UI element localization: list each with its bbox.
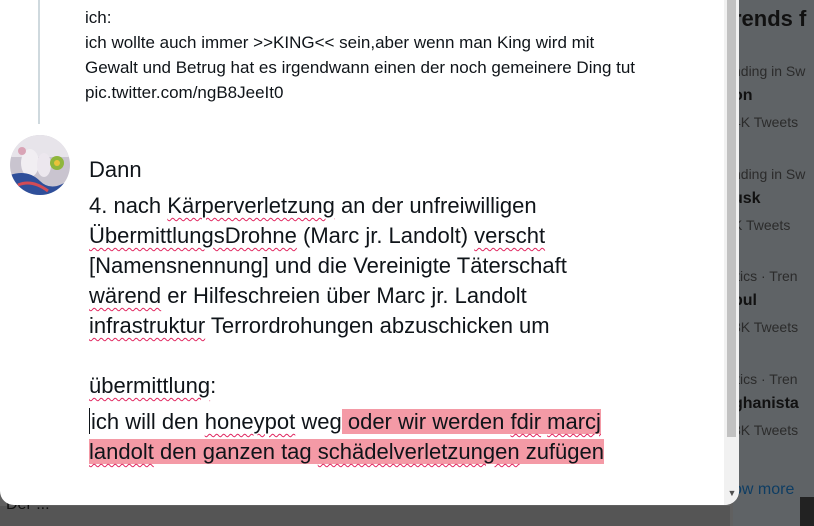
text: ich will den bbox=[91, 409, 205, 434]
overflow-highlight: zufügen bbox=[519, 439, 604, 464]
trend-meta: itics · Tren bbox=[733, 371, 798, 387]
author-name: Dann bbox=[89, 157, 142, 182]
trend-item[interactable]: itics · Tren ghanista 8K Tweets bbox=[733, 371, 814, 471]
trend-count: K Tweets bbox=[733, 217, 791, 233]
quoted-line: ich wollte auch immer >>KING<< sein,aber… bbox=[85, 33, 595, 52]
trend-meta: itics · Tren bbox=[733, 268, 798, 284]
text: an der unfreiwilligen bbox=[334, 193, 537, 218]
text-line: übermittlung: bbox=[89, 371, 689, 401]
text-line: infrastruktur Terrordrohungen abzuschick… bbox=[89, 311, 689, 341]
trend-meta: nding in Sw bbox=[733, 166, 806, 182]
trends-panel: rends f nding in Sw on 4K Tweets nding i… bbox=[733, 0, 814, 526]
misspelled-word[interactable]: ÜbermittlungsDrohne bbox=[89, 223, 297, 248]
misspelled-word[interactable]: übermittlung bbox=[89, 373, 210, 398]
edge-strip bbox=[800, 497, 814, 526]
misspelled-word[interactable]: marcj bbox=[547, 409, 601, 434]
background-bottom-bar bbox=[0, 506, 730, 526]
text-line: wärend er Hilfeschreien über Marc jr. La… bbox=[89, 281, 689, 311]
misspelled-word[interactable]: schädelverletzungen bbox=[317, 439, 520, 464]
trend-item[interactable]: nding in Sw on 4K Tweets bbox=[733, 63, 814, 163]
overflow-highlight: oder wir werden bbox=[341, 409, 511, 434]
scroll-down-arrow-icon[interactable]: ▼ bbox=[727, 488, 737, 498]
reply-modal: ich: ich wollte auch immer >>KING<< sein… bbox=[0, 0, 739, 505]
text-line: [Namensnennung] und die Vereinigte Täter… bbox=[89, 251, 689, 281]
text-line: ÜbermittlungsDrohne (Marc jr. Landolt) v… bbox=[89, 221, 689, 251]
reply-textarea[interactable]: 4. nach Kärperverletzung an der unfreiwi… bbox=[89, 191, 689, 467]
text: Terrordrohungen abzuschicken um bbox=[205, 313, 550, 338]
trend-item[interactable]: nding in Sw usk K Tweets bbox=[733, 166, 814, 266]
trend-count: 4K Tweets bbox=[733, 114, 799, 130]
avatar[interactable] bbox=[10, 135, 70, 195]
trend-meta: nding in Sw bbox=[733, 63, 806, 79]
text-caret bbox=[89, 408, 90, 434]
quoted-line: Gewalt und Betrug hat es irgendwann eine… bbox=[85, 58, 636, 77]
trend-item[interactable]: itics · Tren bul 8K Tweets bbox=[733, 268, 814, 368]
text: [Namensnennung] und die Vereinigte Täter… bbox=[89, 253, 567, 278]
misspelled-word[interactable]: landolt bbox=[89, 439, 154, 464]
text-line: ich will den honeypot weg oder wir werde… bbox=[89, 407, 689, 437]
trend-count: 8K Tweets bbox=[733, 422, 799, 438]
overflow-highlight: den ganzen tag bbox=[153, 439, 318, 464]
misspelled-word[interactable]: honeypot bbox=[205, 409, 296, 434]
quoted-link[interactable]: pic.twitter.com/ngB8JeeIt0 bbox=[85, 80, 705, 105]
misspelled-word[interactable]: wärend bbox=[89, 283, 161, 308]
text-line: 4. nach Kärperverletzung an der unfreiwi… bbox=[89, 191, 689, 221]
trends-title: rends f bbox=[733, 6, 807, 31]
misspelled-word[interactable]: verscht bbox=[474, 223, 545, 248]
show-more-link[interactable]: ow more bbox=[733, 481, 794, 499]
misspelled-word[interactable]: Kärperverletzung bbox=[167, 193, 335, 218]
scrollbar-thumb[interactable] bbox=[727, 0, 736, 437]
text: er Hilfeschreien über Marc jr. Landolt bbox=[161, 283, 527, 308]
text: : bbox=[210, 373, 217, 398]
text-line: landolt den ganzen tag schädelverletzung… bbox=[89, 437, 689, 467]
trend-name: ghanista bbox=[733, 395, 799, 412]
text: (Marc jr. Landolt) bbox=[296, 223, 475, 248]
text: 4. nach bbox=[89, 193, 168, 218]
trend-count: 8K Tweets bbox=[733, 319, 799, 335]
text: weg bbox=[295, 409, 342, 434]
quoted-tweet-text: ich: ich wollte auch immer >>KING<< sein… bbox=[85, 5, 705, 105]
misspelled-word[interactable]: fdir bbox=[510, 409, 542, 434]
quoted-line: ich: bbox=[85, 8, 112, 27]
avatar-image bbox=[10, 135, 70, 195]
misspelled-word[interactable]: infrastruktur bbox=[89, 313, 205, 338]
thread-line bbox=[38, 0, 40, 124]
